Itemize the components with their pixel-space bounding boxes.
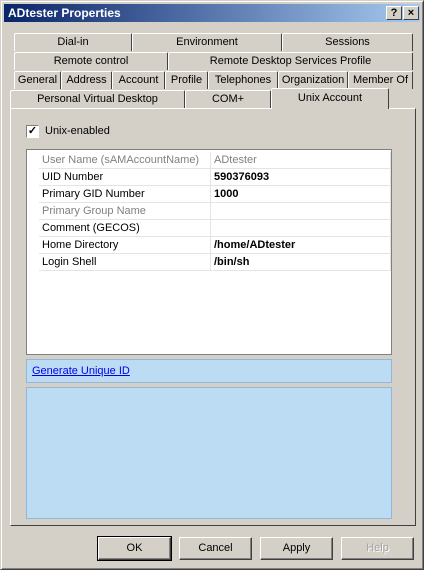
properties-dialog: ADtester Properties ? × Dial-in Environm… <box>0 0 424 570</box>
unix-account-panel: ✓ Unix-enabled User Name (sAMAccountName… <box>10 108 416 526</box>
tab-organization[interactable]: Organization <box>278 71 348 89</box>
tab-personal-virtual-desktop[interactable]: Personal Virtual Desktop <box>10 90 185 108</box>
tab-com-plus[interactable]: COM+ <box>185 90 271 108</box>
grid-row-label: Login Shell <box>39 254 211 271</box>
grid-row-label: Primary GID Number <box>39 186 211 203</box>
grid-row-primary-group[interactable]: Primary Group Name <box>27 203 391 220</box>
tab-environment[interactable]: Environment <box>132 33 282 51</box>
grid-row-value[interactable]: 1000 <box>211 186 391 203</box>
close-title-button[interactable]: × <box>403 6 419 20</box>
tab-member-of[interactable]: Member Of <box>348 71 413 89</box>
tab-remote-desktop-services-profile[interactable]: Remote Desktop Services Profile <box>168 52 413 70</box>
tab-dial-in[interactable]: Dial-in <box>14 33 132 51</box>
generate-unique-id-link[interactable]: Generate Unique ID <box>32 365 130 377</box>
tab-account[interactable]: Account <box>112 71 165 89</box>
title-bar[interactable]: ADtester Properties ? × <box>4 4 420 22</box>
tab-unix-account-label: Unix Account <box>297 92 363 104</box>
ok-button[interactable]: OK <box>97 536 172 561</box>
tab-telephones[interactable]: Telephones <box>208 71 278 89</box>
attribute-grid: User Name (sAMAccountName) ADtester UID … <box>26 149 392 355</box>
grid-row-home-directory[interactable]: Home Directory /home/ADtester <box>27 237 391 254</box>
grid-row-uid[interactable]: UID Number 590376093 <box>27 169 391 186</box>
grid-row-value <box>211 203 391 220</box>
apply-button[interactable]: Apply <box>260 537 333 560</box>
grid-row-value[interactable] <box>211 220 391 237</box>
grid-row-value: ADtester <box>211 152 391 169</box>
grid-row-value[interactable]: /bin/sh <box>211 254 391 271</box>
window-title: ADtester Properties <box>8 6 121 20</box>
grid-row-value[interactable]: /home/ADtester <box>211 237 391 254</box>
grid-row-login-shell[interactable]: Login Shell /bin/sh <box>27 254 391 271</box>
help-button[interactable]: Help <box>341 537 414 560</box>
grid-row-value[interactable]: 590376093 <box>211 169 391 186</box>
grid-row-username[interactable]: User Name (sAMAccountName) ADtester <box>27 152 391 169</box>
unix-enabled-checkbox[interactable]: ✓ <box>26 125 39 138</box>
grid-row-label: Comment (GECOS) <box>39 220 211 237</box>
tab-general[interactable]: General <box>14 71 61 89</box>
grid-row-label: User Name (sAMAccountName) <box>39 152 211 169</box>
unix-enabled-label[interactable]: Unix-enabled <box>45 125 110 137</box>
tab-profile[interactable]: Profile <box>165 71 208 89</box>
description-pane <box>26 387 392 519</box>
command-pane: Generate Unique ID <box>26 359 392 383</box>
grid-row-label: UID Number <box>39 169 211 186</box>
grid-row-comment[interactable]: Comment (GECOS) <box>27 220 391 237</box>
tab-unix-account[interactable]: Unix Account <box>271 88 389 109</box>
tab-sessions[interactable]: Sessions <box>282 33 413 51</box>
grid-row-gid[interactable]: Primary GID Number 1000 <box>27 186 391 203</box>
help-title-button[interactable]: ? <box>386 6 402 20</box>
tab-address[interactable]: Address <box>61 71 112 89</box>
cancel-button[interactable]: Cancel <box>179 537 252 560</box>
grid-row-label: Home Directory <box>39 237 211 254</box>
grid-row-label: Primary Group Name <box>39 203 211 220</box>
tab-remote-control[interactable]: Remote control <box>14 52 168 70</box>
